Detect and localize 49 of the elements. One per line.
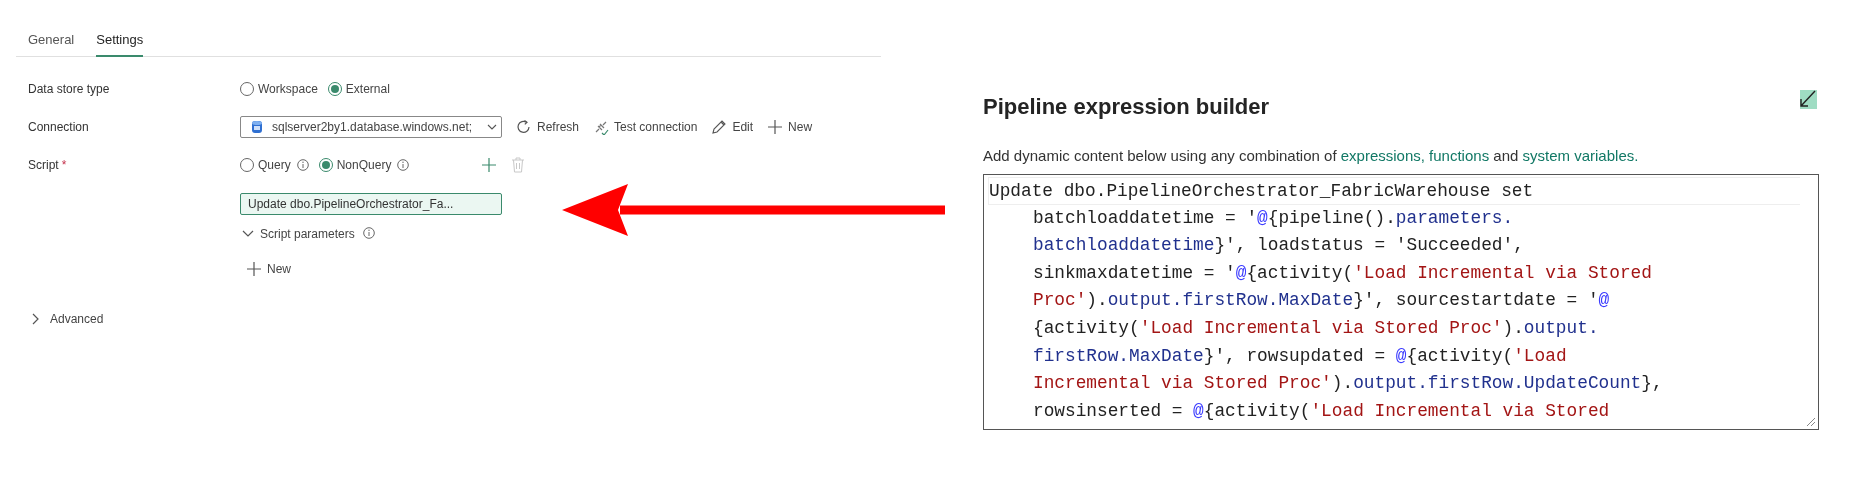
code-line: batchloaddatetime}', loadstatus = 'Succeeded', <box>1032 234 1525 258</box>
radio-label: Workspace <box>258 82 318 96</box>
plus-icon <box>767 119 784 135</box>
script-field[interactable]: Update dbo.PipelineOrchestrator_Fa... <box>240 193 502 215</box>
info-icon <box>362 227 375 239</box>
expand-icon[interactable] <box>1798 88 1818 110</box>
new-parameter-button[interactable]: New <box>246 261 291 277</box>
database-icon <box>251 120 263 134</box>
refresh-icon <box>516 119 532 135</box>
radio-button[interactable] <box>318 158 333 172</box>
description-text: Add dynamic content below using any combination of expressions, functions and system variables. <box>983 147 1640 164</box>
plug-icon <box>593 119 610 135</box>
code-line: rowsinserted = @{activity('Load Incremental via Stored <box>1032 399 1611 423</box>
radio-button[interactable] <box>327 82 342 96</box>
required-mark: * <box>61 158 67 172</box>
code-line: Update dbo.PipelineOrchestrator_FabricWarehouse set <box>988 177 1800 205</box>
action-button[interactable]: New <box>767 119 813 135</box>
info-icon <box>296 159 309 171</box>
action-button[interactable]: Edit <box>711 119 754 135</box>
plus-icon <box>246 261 262 277</box>
code-line: sinkmaxdatetime = '@{activity('Load Incremental via Stored <box>1032 261 1653 285</box>
radio-label: Query <box>258 158 291 172</box>
radio-label: NonQuery <box>336 158 392 172</box>
info-icon <box>397 159 410 171</box>
tab[interactable]: General <box>28 26 75 57</box>
radio-button[interactable] <box>240 158 254 172</box>
link[interactable]: system variables. <box>1522 147 1639 164</box>
action-button[interactable]: Refresh <box>516 119 580 135</box>
link[interactable]: expressions, functions <box>1340 147 1490 164</box>
connection-dropdown[interactable]: sqlserver2by1.database.windows.net; <box>240 116 502 138</box>
field-label: Script <box>28 158 59 172</box>
resize-grip-icon <box>1806 417 1816 427</box>
field-label: Connection <box>28 120 89 134</box>
panel-title: Pipeline expression builder <box>983 94 1270 120</box>
section-label: Advanced <box>50 312 104 326</box>
code-line: {activity('Load Incremental via Stored Proc').output. <box>1032 316 1600 340</box>
code-editor[interactable] <box>983 174 1819 430</box>
field-label: Data store type <box>28 82 110 96</box>
code-line: firstRow.MaxDate}', rowsupdated = @{activity('Load <box>1032 344 1568 368</box>
pencil-icon <box>711 119 728 135</box>
action-button[interactable]: Test connection <box>593 119 698 135</box>
code-line: batchloaddatetime = '@{pipeline().parameters. <box>1032 206 1515 230</box>
radio-label: External <box>345 82 390 96</box>
code-line: Proc').output.firstRow.MaxDate}', sourcestartdate = '@ <box>1032 289 1611 313</box>
radio-button[interactable] <box>240 82 254 96</box>
code-line: Incremental via Stored Proc').output.firstRow.UpdateCount}, <box>1032 372 1664 396</box>
chevron-down-icon <box>487 124 497 130</box>
section-label: Script parameters <box>260 227 355 241</box>
tab[interactable]: Settings <box>96 26 144 57</box>
